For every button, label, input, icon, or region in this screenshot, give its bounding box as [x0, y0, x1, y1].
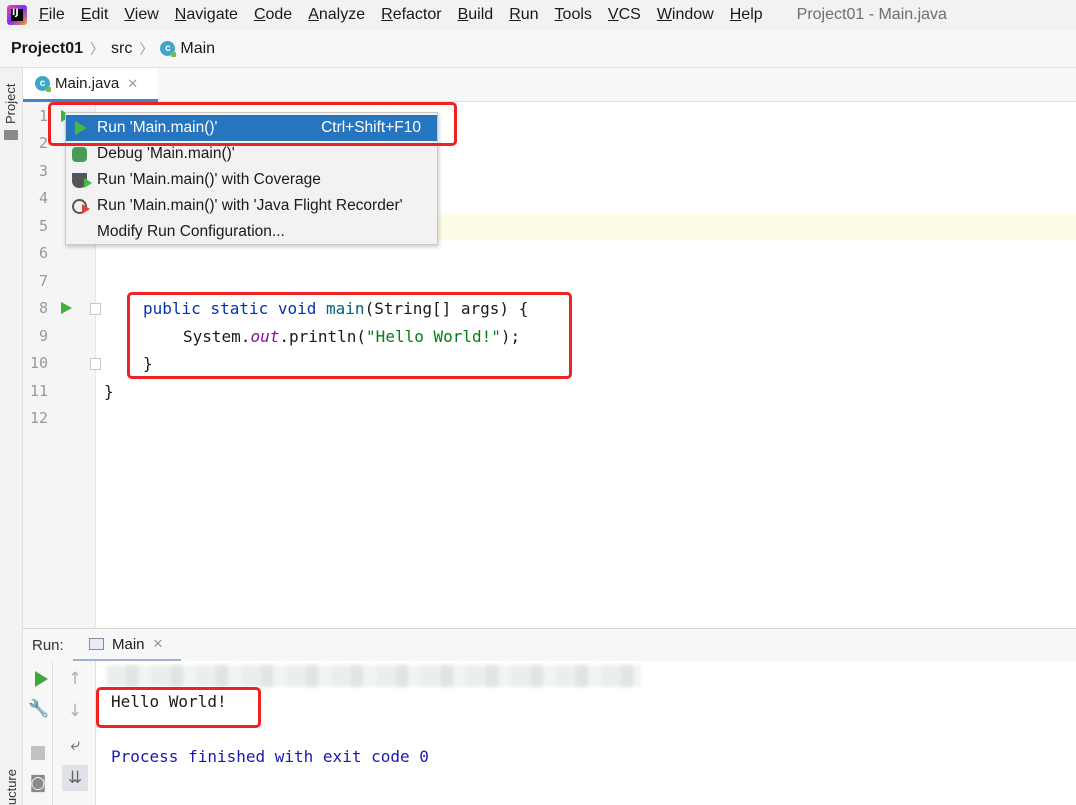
line-number: 2: [38, 134, 48, 152]
structure-tool-tab[interactable]: ucture: [4, 769, 19, 805]
code-text: );: [500, 327, 521, 346]
run-tab-label: Main: [112, 635, 145, 653]
menu-vcs[interactable]: VCS: [608, 6, 641, 24]
fold-marker-icon[interactable]: [90, 358, 101, 370]
code-line-10: }: [143, 354, 153, 373]
breadcrumb: Project01 〉 src 〉 c Main: [0, 30, 1076, 68]
popup-item-label: Modify Run Configuration...: [97, 223, 285, 240]
rerun-icon[interactable]: [35, 671, 48, 687]
line-number: 8: [38, 299, 48, 317]
run-panel-label: Run:: [32, 636, 64, 654]
console-exit-line: Process finished with exit code 0: [111, 747, 429, 766]
code-keywords: public static void: [143, 299, 327, 318]
intellij-logo-icon: IJ: [7, 5, 27, 25]
breadcrumb-file[interactable]: Main: [180, 40, 215, 58]
line-number: 6: [38, 244, 48, 262]
stop-icon[interactable]: [31, 746, 45, 760]
scroll-to-end-icon[interactable]: ⇊: [62, 765, 88, 791]
menu-analyze[interactable]: Analyze: [308, 6, 365, 24]
arrow-down-icon[interactable]: ↓: [65, 701, 85, 721]
run-context-popup: Run 'Main.main()' Ctrl+Shift+F10 Debug '…: [65, 112, 438, 245]
menu-edit[interactable]: Edit: [81, 6, 109, 24]
menu-build[interactable]: Build: [458, 6, 494, 24]
console-output[interactable]: Hello World! Process finished with exit …: [96, 661, 1076, 805]
menu-code[interactable]: Code: [254, 6, 292, 24]
menu-help[interactable]: Help: [730, 6, 763, 24]
run-panel-header: Run: Main ✕: [23, 628, 1076, 662]
line-number: 4: [38, 189, 48, 207]
popup-shortcut: Ctrl+Shift+F10: [321, 119, 421, 136]
line-number: 3: [38, 162, 48, 180]
popup-item-label: Run 'Main.main()': [97, 119, 218, 136]
console-output-line: Hello World!: [111, 692, 227, 711]
code-text: .println(: [279, 327, 367, 346]
flight-recorder-icon: [72, 199, 90, 214]
window-title: Project01 - Main.java: [796, 6, 947, 23]
java-class-icon: c: [160, 41, 177, 57]
popup-modify-run-config[interactable]: Modify Run Configuration...: [66, 219, 437, 245]
code-method-name: main: [326, 299, 365, 318]
blurred-command-line: [106, 665, 641, 687]
run-gutter-icon[interactable]: [61, 302, 72, 314]
arrow-up-icon[interactable]: ↑: [65, 669, 85, 689]
wrench-icon[interactable]: 🔧: [28, 699, 49, 719]
left-tool-strip: Project ucture: [0, 68, 23, 805]
line-number: 1: [38, 107, 48, 125]
menu-refactor[interactable]: Refactor: [381, 6, 441, 24]
folder-icon[interactable]: [4, 130, 18, 140]
debug-icon: [72, 147, 87, 162]
code-field: out: [250, 327, 280, 346]
line-number: 7: [38, 272, 48, 290]
menu-navigate[interactable]: Navigate: [175, 6, 238, 24]
menu-view[interactable]: View: [124, 6, 158, 24]
popup-run-coverage[interactable]: Run 'Main.main()' with Coverage: [66, 167, 437, 193]
tab-main-java[interactable]: c Main.java ✕: [23, 68, 158, 102]
camera-icon[interactable]: ◙: [28, 773, 48, 793]
fold-marker-icon[interactable]: [90, 303, 101, 315]
breadcrumb-project[interactable]: Project01: [11, 40, 83, 58]
run-toolbar-secondary: ↑ ↓ ⤶ ⇊: [53, 661, 96, 805]
java-class-icon: c: [35, 76, 51, 92]
close-icon[interactable]: ✕: [153, 636, 164, 652]
run-icon: [75, 121, 87, 135]
coverage-icon: [72, 173, 92, 188]
popup-run-flight-recorder[interactable]: Run 'Main.main()' with 'Java Flight Reco…: [66, 193, 437, 219]
code-string: "Hello World!": [366, 327, 501, 346]
menu-tools[interactable]: Tools: [555, 6, 592, 24]
code-line-11: }: [104, 382, 114, 401]
line-number: 9: [38, 327, 48, 345]
code-line-9: System.out.println("Hello World!");: [183, 323, 520, 350]
soft-wrap-icon[interactable]: ⤶: [65, 735, 85, 755]
editor-tabs: c Main.java ✕: [23, 68, 1076, 102]
line-number: 12: [29, 409, 48, 427]
popup-item-label: Debug 'Main.main()': [97, 145, 235, 162]
menu-window[interactable]: Window: [657, 6, 714, 24]
line-number: 5: [38, 217, 48, 235]
project-tool-tab[interactable]: Project: [3, 76, 18, 124]
line-number: 11: [29, 382, 48, 400]
popup-item-label: Run 'Main.main()' with Coverage: [97, 171, 321, 188]
code-text: System.: [183, 327, 251, 346]
popup-run-main[interactable]: Run 'Main.main()' Ctrl+Shift+F10: [66, 115, 437, 141]
code-line-8: public static void main(String[] args) {: [143, 295, 528, 322]
menu-file[interactable]: File: [39, 6, 65, 24]
breadcrumb-folder[interactable]: src: [111, 40, 132, 58]
tab-label: Main.java: [55, 75, 120, 92]
console-icon: [89, 638, 104, 650]
popup-debug-main[interactable]: Debug 'Main.main()': [66, 141, 437, 167]
line-number: 10: [29, 354, 48, 372]
close-icon[interactable]: ✕: [127, 76, 138, 92]
chevron-right-icon: 〉: [90, 40, 105, 57]
menu-run[interactable]: Run: [509, 6, 538, 24]
menu-bar: IJ File Edit View Navigate Code Analyze …: [0, 0, 1076, 30]
chevron-right-icon: 〉: [139, 40, 154, 57]
popup-item-label: Run 'Main.main()' with 'Java Flight Reco…: [97, 197, 403, 214]
run-tab-main[interactable]: Main ✕: [73, 629, 181, 662]
run-toolbar: 🔧 ◙: [23, 661, 53, 805]
code-params: (String[] args) {: [364, 299, 529, 318]
